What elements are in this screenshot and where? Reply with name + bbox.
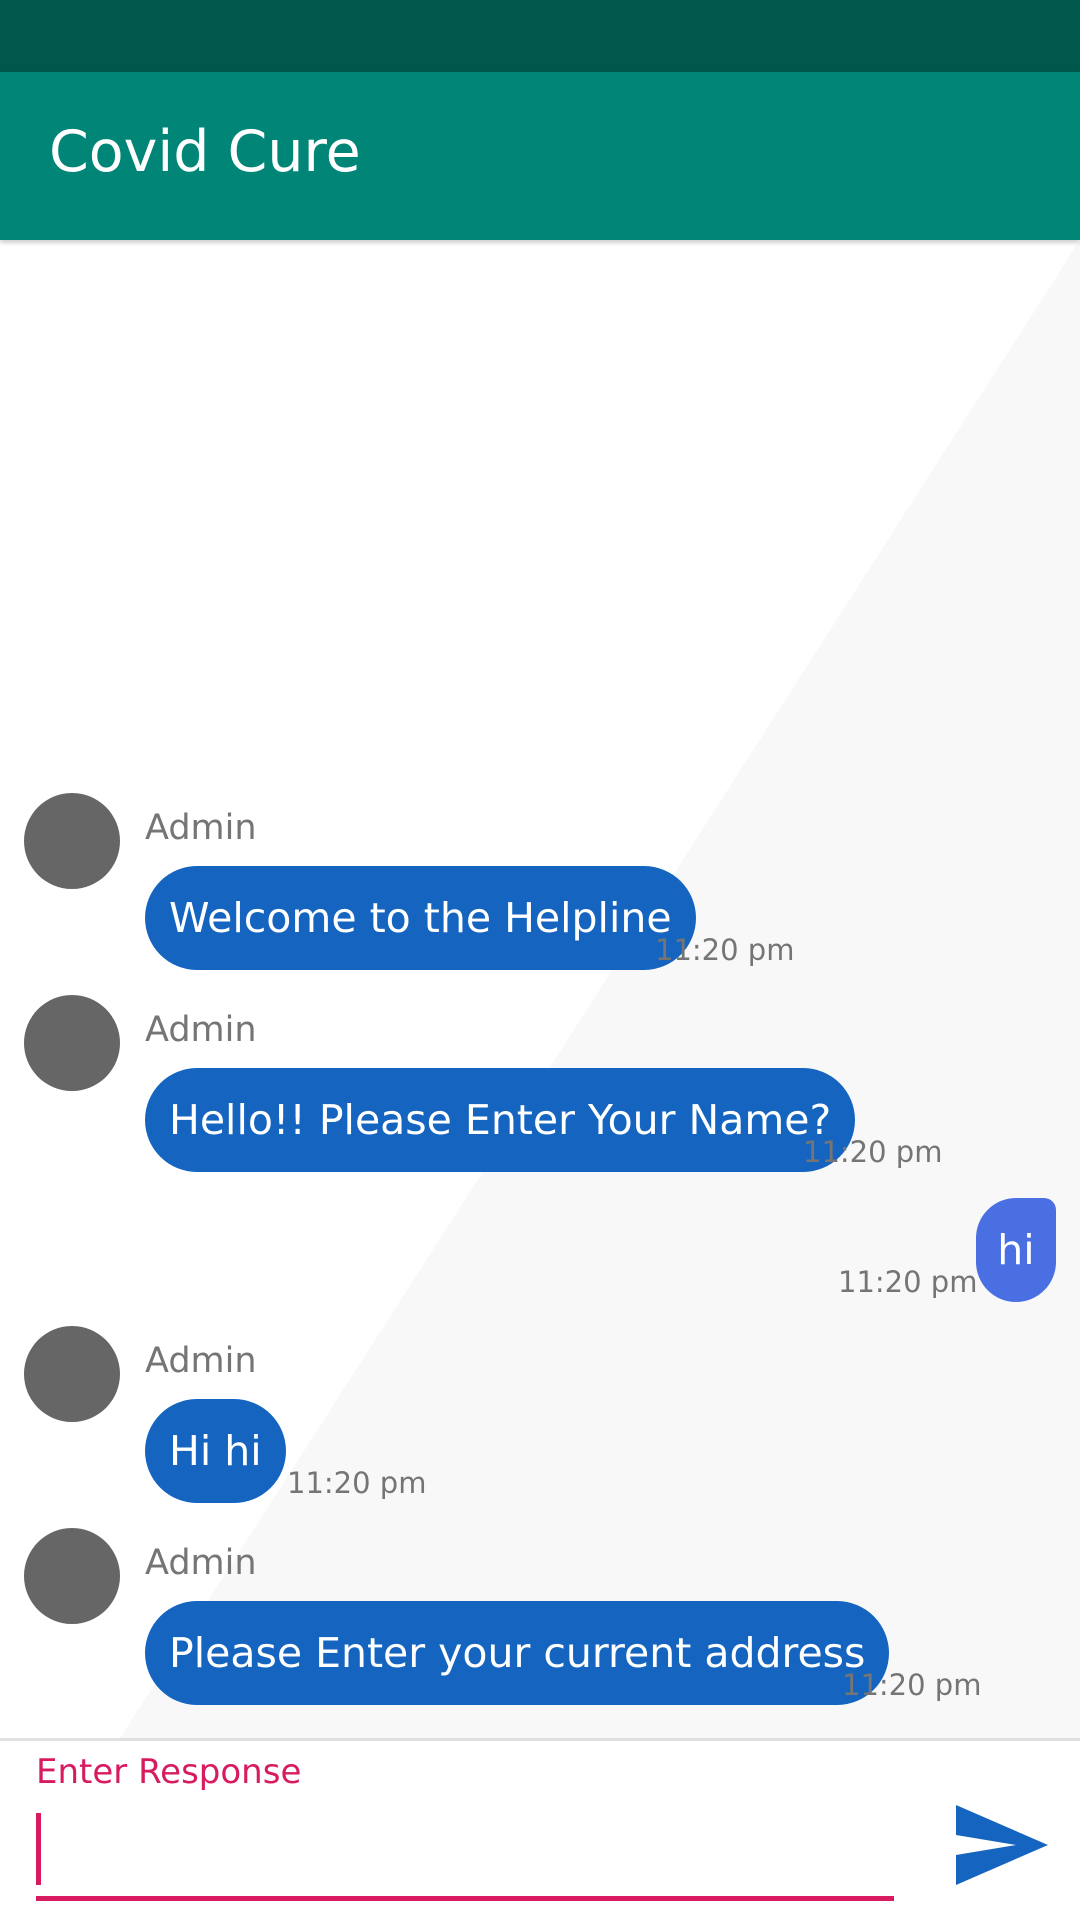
input-bar: Enter Response	[0, 1738, 1080, 1920]
app-title: Covid Cure	[49, 119, 361, 185]
message-bubble[interactable]: Hi hi	[145, 1399, 286, 1503]
sender-name: Admin	[145, 1341, 257, 1381]
status-bar	[0, 0, 1080, 72]
sender-name: Admin	[145, 1010, 257, 1050]
message-bubble[interactable]: Hello!! Please Enter Your Name?	[145, 1068, 856, 1172]
message-bubble[interactable]: hi	[976, 1198, 1056, 1302]
chat-screen: Covid Cure Admin Welcome to the Helpline…	[0, 0, 1080, 1920]
app-bar: Covid Cure	[0, 72, 1080, 240]
avatar	[24, 1326, 120, 1422]
message-time: 11:20 pm	[655, 933, 795, 967]
background-shape	[120, 240, 1080, 1738]
message-bubble[interactable]: Welcome to the Helpline	[145, 866, 696, 970]
avatar	[24, 1528, 120, 1624]
avatar	[24, 995, 120, 1091]
sender-name: Admin	[145, 1543, 257, 1583]
input-underline	[36, 1896, 894, 1901]
avatar	[24, 793, 120, 889]
text-cursor	[36, 1813, 41, 1885]
message-bubble[interactable]: Please Enter your current address	[145, 1601, 890, 1705]
chat-message-list[interactable]: Admin Welcome to the Helpline 11:20 pm A…	[0, 240, 1080, 1738]
response-input[interactable]	[36, 1813, 894, 1891]
message-time: 11:20 pm	[803, 1135, 943, 1169]
message-time: 11:20 pm	[842, 1668, 982, 1702]
sender-name: Admin	[145, 808, 257, 848]
input-label: Enter Response	[36, 1752, 302, 1792]
message-time: 11:20 pm	[838, 1265, 978, 1299]
send-icon[interactable]	[952, 1801, 1052, 1889]
message-time: 11:20 pm	[287, 1466, 427, 1500]
